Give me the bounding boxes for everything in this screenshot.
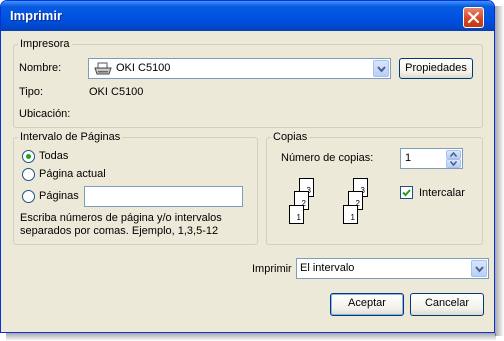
checkmark-icon: [402, 189, 411, 197]
close-button[interactable]: [463, 7, 484, 28]
print-what-select[interactable]: El intervalo: [296, 258, 489, 279]
window-shadow-right: [495, 6, 504, 336]
dialog-body: Impresora Nombre: OKI C5100 Propiedades …: [4, 31, 491, 331]
range-pages-label[interactable]: Páginas: [39, 190, 79, 202]
printer-name-value: OKI C5100: [116, 62, 171, 74]
printer-type-value: OKI C5100: [89, 86, 144, 98]
printer-name-select[interactable]: OKI C5100: [88, 58, 391, 79]
window-shadow-bottom: [6, 333, 496, 341]
range-all-radio[interactable]: [22, 150, 35, 163]
copies-count-label: Número de copias:: [281, 152, 374, 164]
collate-label[interactable]: Intercalar: [419, 187, 465, 199]
chevron-down-icon: [450, 161, 457, 166]
range-current-radio[interactable]: [22, 168, 35, 181]
chevron-down-icon: [475, 266, 484, 273]
printer-location-label: Ubicación:: [19, 108, 71, 120]
page-range-hint-line2: separados por comas. Ejemplo, 1,3,5-12: [20, 225, 219, 237]
range-all-label[interactable]: Todas: [39, 150, 68, 162]
properties-button[interactable]: Propiedades: [399, 58, 473, 79]
printer-icon: [94, 62, 112, 75]
chevron-up-icon: [450, 152, 457, 157]
collate-page: 1: [343, 205, 358, 224]
printer-name-label: Nombre:: [19, 62, 62, 74]
print-what-value: El intervalo: [300, 262, 355, 274]
printer-group: Impresora: [13, 38, 483, 128]
range-current-label[interactable]: Página actual: [39, 168, 106, 180]
printer-group-legend: Impresora: [20, 38, 70, 50]
range-pages-radio[interactable]: [22, 190, 35, 203]
print-dialog: Imprimir Impresora Nombre: OKI C5100 Pro…: [0, 0, 495, 333]
page-range-hint: Escriba números de página y/o intervalos…: [20, 212, 260, 238]
window-title: Imprimir: [10, 8, 63, 23]
ok-button[interactable]: Aceptar: [330, 293, 404, 316]
page-range-legend: Intervalo de Páginas: [20, 131, 121, 143]
chevron-down-icon: [377, 66, 386, 73]
copies-count-input[interactable]: 1: [400, 148, 463, 169]
page-range-hint-line1: Escriba números de página y/o intervalos: [20, 212, 222, 224]
copies-decrement-button[interactable]: [446, 159, 461, 168]
printer-name-dropdown-button[interactable]: [373, 60, 389, 77]
close-icon: [467, 11, 480, 24]
copies-legend: Copias: [273, 131, 308, 143]
copies-increment-button[interactable]: [446, 150, 461, 159]
print-what-dropdown-button[interactable]: [471, 260, 487, 277]
collate-checkbox[interactable]: [400, 186, 413, 199]
collate-page: 1: [289, 205, 304, 224]
cancel-button[interactable]: Cancelar: [410, 293, 484, 316]
title-bar[interactable]: Imprimir: [1, 1, 494, 31]
print-what-label: Imprimir: [252, 263, 292, 275]
printer-type-label: Tipo:: [19, 86, 44, 98]
pages-input[interactable]: [84, 186, 243, 207]
